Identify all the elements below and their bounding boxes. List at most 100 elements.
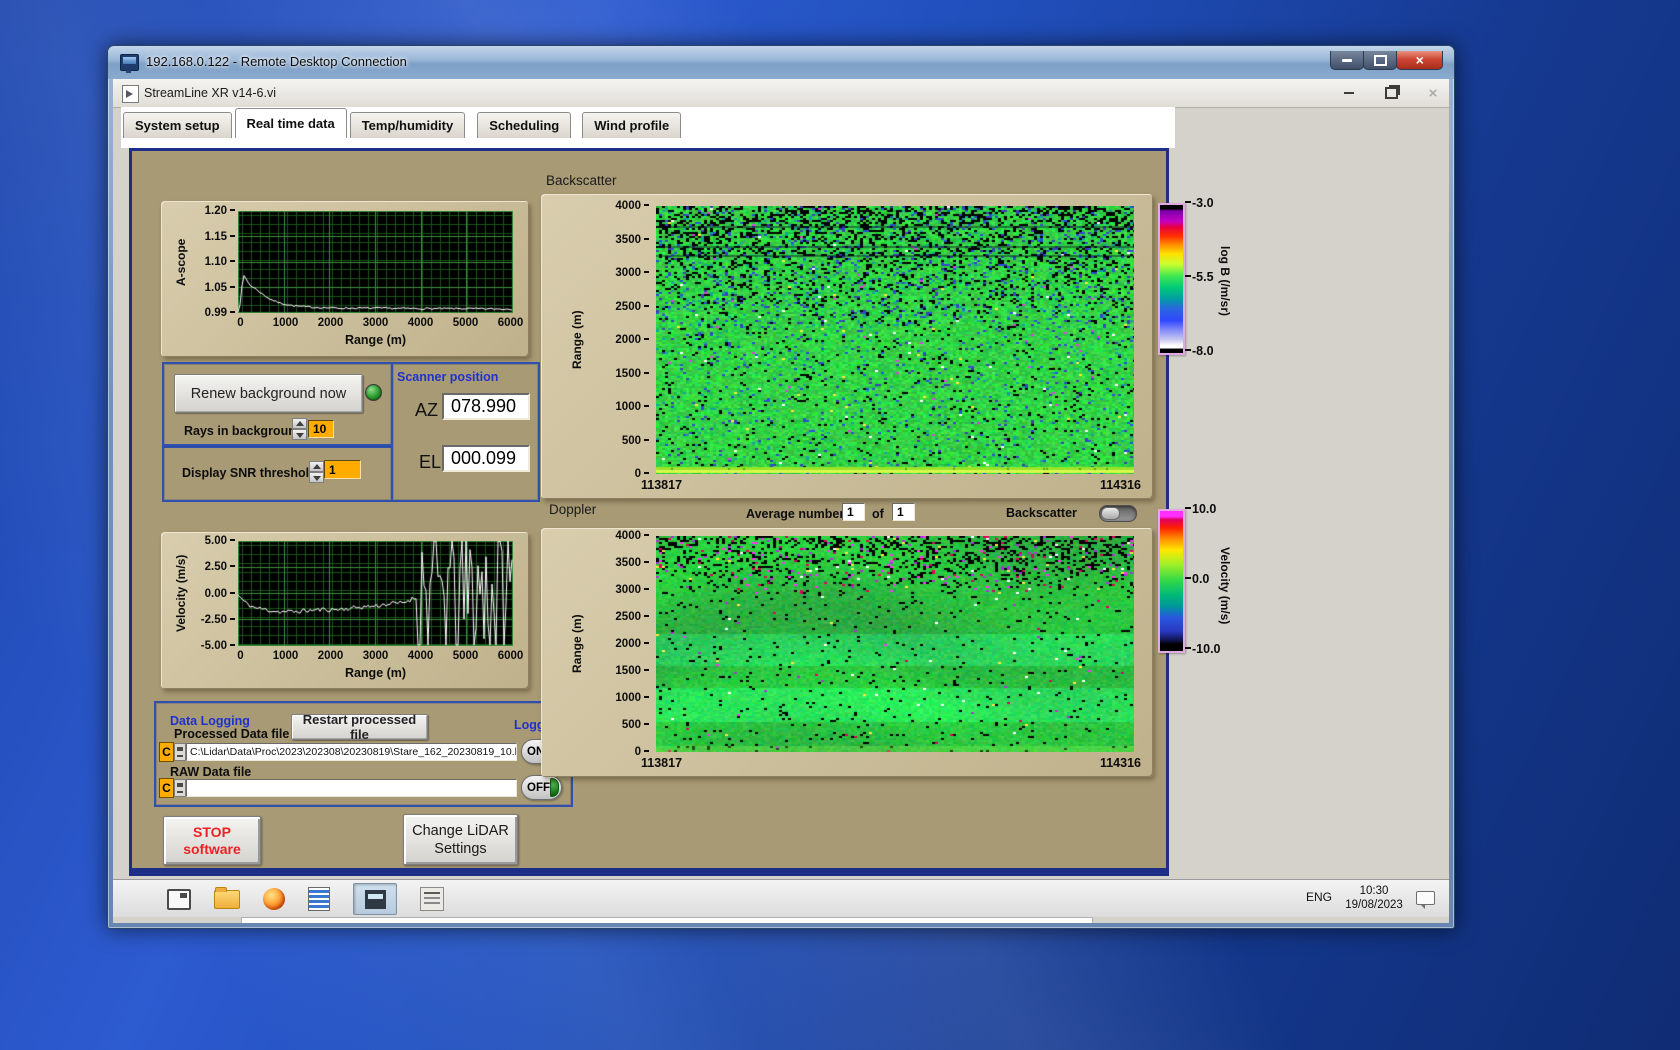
average-total-field[interactable]: 1	[892, 503, 915, 521]
remote-desktop-icon	[120, 54, 139, 73]
tick-label: 2500	[615, 611, 649, 623]
tick-label: 4000	[407, 650, 434, 662]
tick-label: 1.15	[205, 231, 235, 243]
minimize-button[interactable]	[1330, 51, 1364, 70]
tick-label: 3500	[615, 234, 649, 246]
desktop: 192.168.0.122 - Remote Desktop Connectio…	[0, 0, 1680, 1050]
task-view-icon[interactable]	[167, 888, 191, 910]
rays-spinner[interactable]	[292, 418, 307, 440]
rays-value-field[interactable]: 10	[308, 420, 334, 438]
lines-app-icon[interactable]	[308, 887, 330, 911]
tick-label: 6000	[497, 317, 524, 329]
app-restore-button[interactable]	[1381, 84, 1401, 102]
renew-background-button[interactable]: Renew background now	[174, 374, 363, 413]
tick-label: 1000	[615, 401, 649, 413]
front-panel: A-scope 1.20 1.15 1.10 1.05 0.99 0 1000 2000 30…	[129, 148, 1232, 876]
horizontal-scrollbar[interactable]	[241, 917, 1093, 923]
rdp-titlebar[interactable]: 192.168.0.122 - Remote Desktop Connectio…	[108, 46, 1454, 79]
snr-spinner[interactable]	[309, 461, 324, 483]
rdp-window: 192.168.0.122 - Remote Desktop Connectio…	[107, 45, 1455, 929]
backscatter-graph: Range (m) 4000 3500 3000 2500 2000 1500 1000 50…	[541, 194, 1153, 499]
backscatter-y-axis-label: Range (m)	[570, 310, 584, 370]
processed-browse-icon[interactable]	[174, 743, 186, 761]
doppler-x-start: 113817	[641, 756, 683, 770]
tick-label: 2000	[317, 317, 344, 329]
snr-value-field[interactable]: 1	[324, 460, 361, 479]
velocity-x-ticks: 0 1000 2000 3000 4000 5000 6000	[218, 650, 533, 662]
active-app-taskbar-button[interactable]	[353, 883, 397, 915]
raw-path-field[interactable]	[186, 779, 517, 797]
app-minimize-button[interactable]	[1339, 84, 1359, 102]
processed-path-field[interactable]: C:\Lidar\Data\Proc\2023\202308\20230819\…	[186, 743, 517, 761]
tick-label: 2000	[317, 650, 344, 662]
stop-line1: STOP	[193, 823, 231, 840]
tab-wind-profile[interactable]: Wind profile	[582, 112, 682, 138]
raw-drive-box[interactable]: C	[159, 778, 174, 798]
ascope-y-axis-label: A-scope	[174, 238, 188, 286]
renew-background-led	[365, 384, 382, 401]
velocity-graph: Velocity (m/s) 5.00 2.50 0.00 -2.50 -5.00 01…	[161, 532, 529, 689]
data-logging-title: Data Logging	[170, 714, 250, 728]
app-titlebar[interactable]: StreamLine XR v14-6.vi ×	[113, 79, 1449, 108]
doppler-x-end: 114316	[1099, 756, 1141, 770]
doppler-x-labels: 113817 114316	[641, 756, 1141, 770]
tab-real-time-data[interactable]: Real time data	[234, 108, 347, 138]
average-number-field[interactable]: 1	[842, 503, 865, 521]
azimuth-label: AZ	[415, 400, 439, 420]
processed-drive-box[interactable]: C	[159, 742, 174, 762]
tick-label: 0.00	[205, 588, 235, 600]
backscatter-x-labels: 113817 114316	[641, 478, 1141, 492]
backscatter-colorbar-label: log B (/m/sr)	[1218, 245, 1232, 316]
change-lidar-settings-button[interactable]: Change LiDAR Settings	[403, 814, 518, 865]
tab-row: System setup Real time data Temp/humidit…	[123, 108, 682, 138]
maximize-button[interactable]	[1363, 51, 1397, 70]
tick-label: 3000	[362, 650, 389, 662]
background-control-box: Renew background now Rays in background …	[162, 362, 393, 448]
ascope-plot-canvas	[238, 211, 513, 313]
tab-scheduling[interactable]: Scheduling	[477, 112, 572, 138]
ascope-x-ticks: 0 1000 2000 3000 4000 5000 6000	[218, 317, 533, 329]
notification-icon[interactable]	[1416, 891, 1435, 909]
tick-label: 4000	[615, 200, 649, 212]
doppler-graph: Range (m) 4000 3500 3000 2500 2000 1500 1000 50…	[541, 528, 1153, 777]
clock-date: 19/08/2023	[1345, 899, 1403, 911]
backscatter-toggle-label: Backscatter	[1006, 506, 1077, 520]
close-button[interactable]: ×	[1396, 51, 1443, 70]
azimuth-value-field[interactable]: 078.990	[442, 393, 530, 420]
file-explorer-icon[interactable]	[214, 886, 240, 909]
backscatter-toggle-switch[interactable]	[1099, 505, 1137, 522]
change-line1: Change LiDAR	[412, 822, 509, 839]
tick-label: 1.10	[205, 256, 235, 268]
processed-data-file-label: Processed Data file	[174, 727, 290, 741]
logging-off-button[interactable]: OFF	[521, 775, 562, 800]
tick-label: 5000	[452, 317, 479, 329]
velocity-y-axis-label: Velocity (m/s)	[174, 554, 188, 633]
tab-system-setup[interactable]: System setup	[123, 112, 232, 138]
tab-temp-humidity[interactable]: Temp/humidity	[349, 112, 466, 138]
tick-label: 1.20	[205, 205, 235, 217]
firefox-icon[interactable]	[263, 888, 285, 910]
raw-browse-icon[interactable]	[174, 779, 186, 797]
tick-label: -2.50	[201, 614, 235, 626]
tick-label: 2.50	[205, 561, 235, 573]
tick-label: 1.05	[205, 282, 235, 294]
change-line2: Settings	[434, 840, 487, 857]
app-close-button[interactable]: ×	[1423, 84, 1443, 102]
backscatter-title: Backscatter	[546, 173, 617, 188]
tick-label: 1000	[272, 317, 299, 329]
remote-taskbar: ENG 10:30 19/08/2023	[113, 879, 1449, 917]
tick-label: 1500	[615, 368, 649, 380]
language-indicator[interactable]: ENG	[1306, 890, 1332, 904]
stop-software-button[interactable]: STOP software	[163, 816, 261, 865]
elevation-value-field[interactable]: 000.099	[442, 445, 530, 472]
remote-session-area: StreamLine XR v14-6.vi × System setup Re…	[113, 79, 1449, 923]
scanner-position-box: Scanner position AZ 078.990 EL 000.099	[391, 362, 540, 502]
average-number-label: Average number	[746, 507, 845, 521]
doppler-y-ticks: 4000 3500 3000 2500 2000 1500 1000 500 0	[605, 530, 649, 758]
elevation-label: EL	[419, 452, 442, 472]
restart-processed-file-button[interactable]: Restart processed file	[291, 712, 428, 742]
tick-label: 1000	[615, 692, 649, 704]
scan-schedules-icon[interactable]	[420, 887, 444, 911]
streamline-app-icon	[364, 889, 386, 909]
taskbar-clock[interactable]: 10:30 19/08/2023	[1338, 884, 1410, 912]
